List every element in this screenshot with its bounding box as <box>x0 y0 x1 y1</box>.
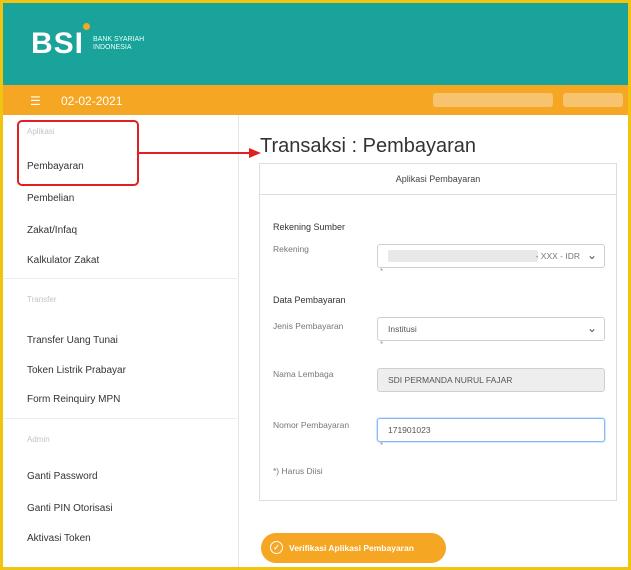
chevron-down-icon: ⌄ <box>586 321 597 335</box>
section-data-pembayaran: Data Pembayaran <box>273 295 346 305</box>
sidebar-item-transfer-uang-tunai[interactable]: Transfer Uang Tunai <box>27 335 118 346</box>
sidebar-divider <box>3 278 237 279</box>
required-marker: * <box>380 340 384 349</box>
date-bar: ☰ 02-02-2021 <box>3 85 628 115</box>
brand-header: BSI BANK SYARIAH INDONESIA <box>3 3 628 85</box>
label-nomor-pembayaran: Nomor Pembayaran <box>273 420 350 430</box>
logo-accent-dot <box>83 23 90 30</box>
label-jenis-pembayaran: Jenis Pembayaran <box>273 321 344 331</box>
hamburger-icon[interactable]: ☰ <box>30 94 41 108</box>
sidebar-item-zakat-infaq[interactable]: Zakat/Infaq <box>27 225 77 236</box>
card-title: Aplikasi Pembayaran <box>260 164 616 195</box>
jenis-pembayaran-value: Institusi <box>388 324 417 334</box>
sidebar-item-ganti-pin[interactable]: Ganti PIN Otorisasi <box>27 503 113 514</box>
required-marker: * <box>380 441 384 450</box>
label-rekening: Rekening <box>273 244 309 254</box>
verifikasi-button-label: Verifikasi Aplikasi Pembayaran <box>289 543 414 553</box>
sidebar-item-pembelian[interactable]: Pembelian <box>27 193 74 204</box>
screenshot-frame: BSI BANK SYARIAH INDONESIA ☰ 02-02-2021 … <box>0 0 631 570</box>
payment-form-card: Aplikasi Pembayaran Rekening Sumber Reke… <box>259 163 617 501</box>
sidebar-item-aktivasi-token[interactable]: Aktivasi Token <box>27 533 91 544</box>
account-number-blurred <box>388 250 538 262</box>
sidebar-group-transfer: Transfer <box>27 295 57 304</box>
label-nama-lembaga: Nama Lembaga <box>273 369 334 379</box>
rekening-suffix: - XXX - IDR <box>535 251 580 261</box>
sidebar-divider <box>3 418 237 419</box>
user-menu-blurred[interactable] <box>563 93 623 107</box>
bsi-logo: BSI <box>31 27 85 60</box>
nama-lembaga-field: SDI PERMANDA NURUL FAJAR <box>377 368 605 392</box>
logo-subtitle: BANK SYARIAH INDONESIA <box>93 36 145 51</box>
sidebar-item-ganti-password[interactable]: Ganti Password <box>27 471 98 482</box>
annotation-highlight-box <box>17 120 139 186</box>
jenis-pembayaran-select[interactable]: Institusi ⌄ <box>377 317 605 341</box>
rekening-select[interactable]: - XXX - IDR ⌄ <box>377 244 605 268</box>
chevron-down-icon: ⌄ <box>586 248 597 262</box>
verifikasi-button[interactable]: ✓ Verifikasi Aplikasi Pembayaran <box>261 533 446 563</box>
nomor-pembayaran-value: 171901023 <box>388 425 431 435</box>
nomor-pembayaran-input[interactable]: 171901023 <box>377 418 605 442</box>
required-marker: * <box>380 267 384 276</box>
sidebar-item-kalkulator-zakat[interactable]: Kalkulator Zakat <box>27 255 99 266</box>
required-note: *) Harus Diisi <box>273 466 323 476</box>
check-circle-icon: ✓ <box>270 541 283 554</box>
sidebar-item-form-reinquiry-mpn[interactable]: Form Reinquiry MPN <box>27 394 120 405</box>
user-info-blurred <box>433 93 553 107</box>
sidebar-item-token-listrik[interactable]: Token Listrik Prabayar <box>27 365 126 376</box>
nama-lembaga-value: SDI PERMANDA NURUL FAJAR <box>388 375 513 385</box>
sidebar-group-admin: Admin <box>27 435 50 444</box>
annotation-arrow-icon <box>137 148 261 158</box>
section-rekening-sumber: Rekening Sumber <box>273 222 346 232</box>
page-title: Transaksi : Pembayaran <box>260 135 477 157</box>
current-date: 02-02-2021 <box>61 94 123 108</box>
